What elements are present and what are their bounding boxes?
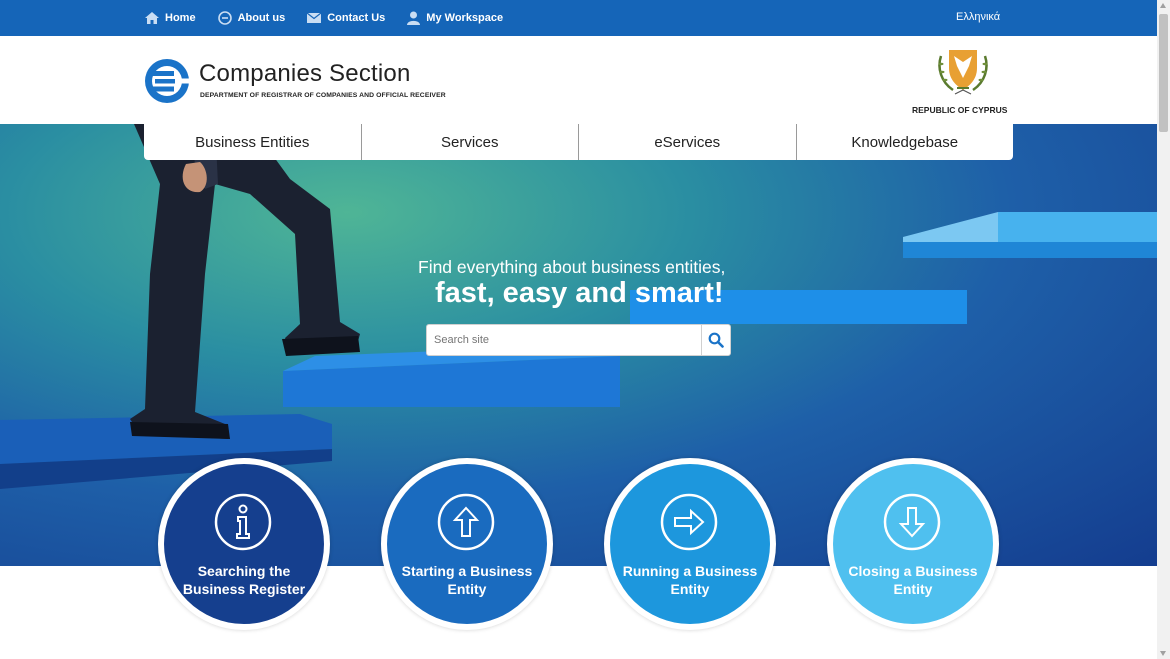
site-subtitle: DEPARTMENT OF REGISTRAR OF COMPANIES AND… <box>200 92 446 99</box>
site-search <box>426 324 731 356</box>
circle-label-line1: Closing a Business <box>848 563 978 579</box>
circle-searching-register[interactable]: Searching the Business Register <box>158 458 330 630</box>
tab-eservices[interactable]: eServices <box>579 124 797 160</box>
scroll-down-arrow-icon[interactable] <box>1160 651 1166 656</box>
circle-label-line1: Starting a Business <box>401 563 533 579</box>
search-input[interactable] <box>427 325 703 355</box>
hero-tagline: Find everything about business entities, <box>418 257 726 277</box>
circle-label-line1: Searching the <box>197 563 291 579</box>
companies-section-logo[interactable] <box>143 57 191 105</box>
journey-links: Searching the Business Register Starting … <box>0 458 1157 633</box>
top-nav-about-label: About us <box>237 12 286 24</box>
hero-headline: fast, easy and smart! <box>435 277 724 309</box>
top-nav: Home About us Contact Us My Workspace <box>145 0 525 36</box>
top-nav-contact[interactable]: Contact Us <box>307 12 385 24</box>
site-title: Companies Section <box>199 60 411 87</box>
arrow-right-icon <box>660 493 718 551</box>
top-nav-workspace-label: My Workspace <box>426 12 504 24</box>
envelope-icon <box>307 13 322 23</box>
top-nav-contact-label: Contact Us <box>327 12 386 24</box>
arrow-up-icon <box>437 493 495 551</box>
info-circle-icon <box>217 11 232 25</box>
arrow-down-icon <box>883 493 941 551</box>
top-bar: Home About us Contact Us My Workspace Ελ… <box>0 0 1157 36</box>
tab-knowledgebase[interactable]: Knowledgebase <box>797 124 1014 160</box>
scrollbar-thumb[interactable] <box>1159 14 1168 132</box>
search-icon <box>708 332 724 348</box>
circle-label-line2: Entity <box>670 581 710 597</box>
circle-label: Starting a Business Entity <box>381 562 553 598</box>
home-icon <box>145 12 159 24</box>
circle-label: Closing a Business Entity <box>827 562 999 598</box>
info-icon <box>214 493 272 551</box>
top-nav-workspace[interactable]: My Workspace <box>407 11 503 25</box>
language-switch[interactable]: Ελληνικά <box>956 11 1000 23</box>
circle-label: Running a Business Entity <box>604 562 776 598</box>
circle-running-business[interactable]: Running a Business Entity <box>604 458 776 630</box>
top-nav-home-label: Home <box>165 12 196 24</box>
scroll-up-arrow-icon[interactable] <box>1160 3 1166 8</box>
circle-label-line2: Entity <box>893 581 933 597</box>
tab-business-entities[interactable]: Business Entities <box>144 124 362 160</box>
user-icon <box>407 11 421 25</box>
search-button[interactable] <box>701 325 730 355</box>
circle-starting-business[interactable]: Starting a Business Entity <box>381 458 553 630</box>
site-header: Companies Section DEPARTMENT OF REGISTRA… <box>0 36 1157 124</box>
tab-services[interactable]: Services <box>362 124 579 160</box>
main-nav: Business Entities Services eServices Kno… <box>144 124 1013 160</box>
circle-closing-business[interactable]: Closing a Business Entity <box>827 458 999 630</box>
cyprus-crest-icon <box>938 50 988 95</box>
page-scrollbar[interactable] <box>1157 0 1170 659</box>
circle-label-line2: Business Register <box>182 581 306 597</box>
circle-label-line1: Running a Business <box>622 563 758 579</box>
top-nav-home[interactable]: Home <box>145 12 196 24</box>
top-nav-about[interactable]: About us <box>217 11 286 25</box>
republic-label: REPUBLIC OF CYPRUS <box>912 105 1008 115</box>
circle-label-line2: Entity <box>447 581 487 597</box>
circle-label: Searching the Business Register <box>158 562 330 598</box>
